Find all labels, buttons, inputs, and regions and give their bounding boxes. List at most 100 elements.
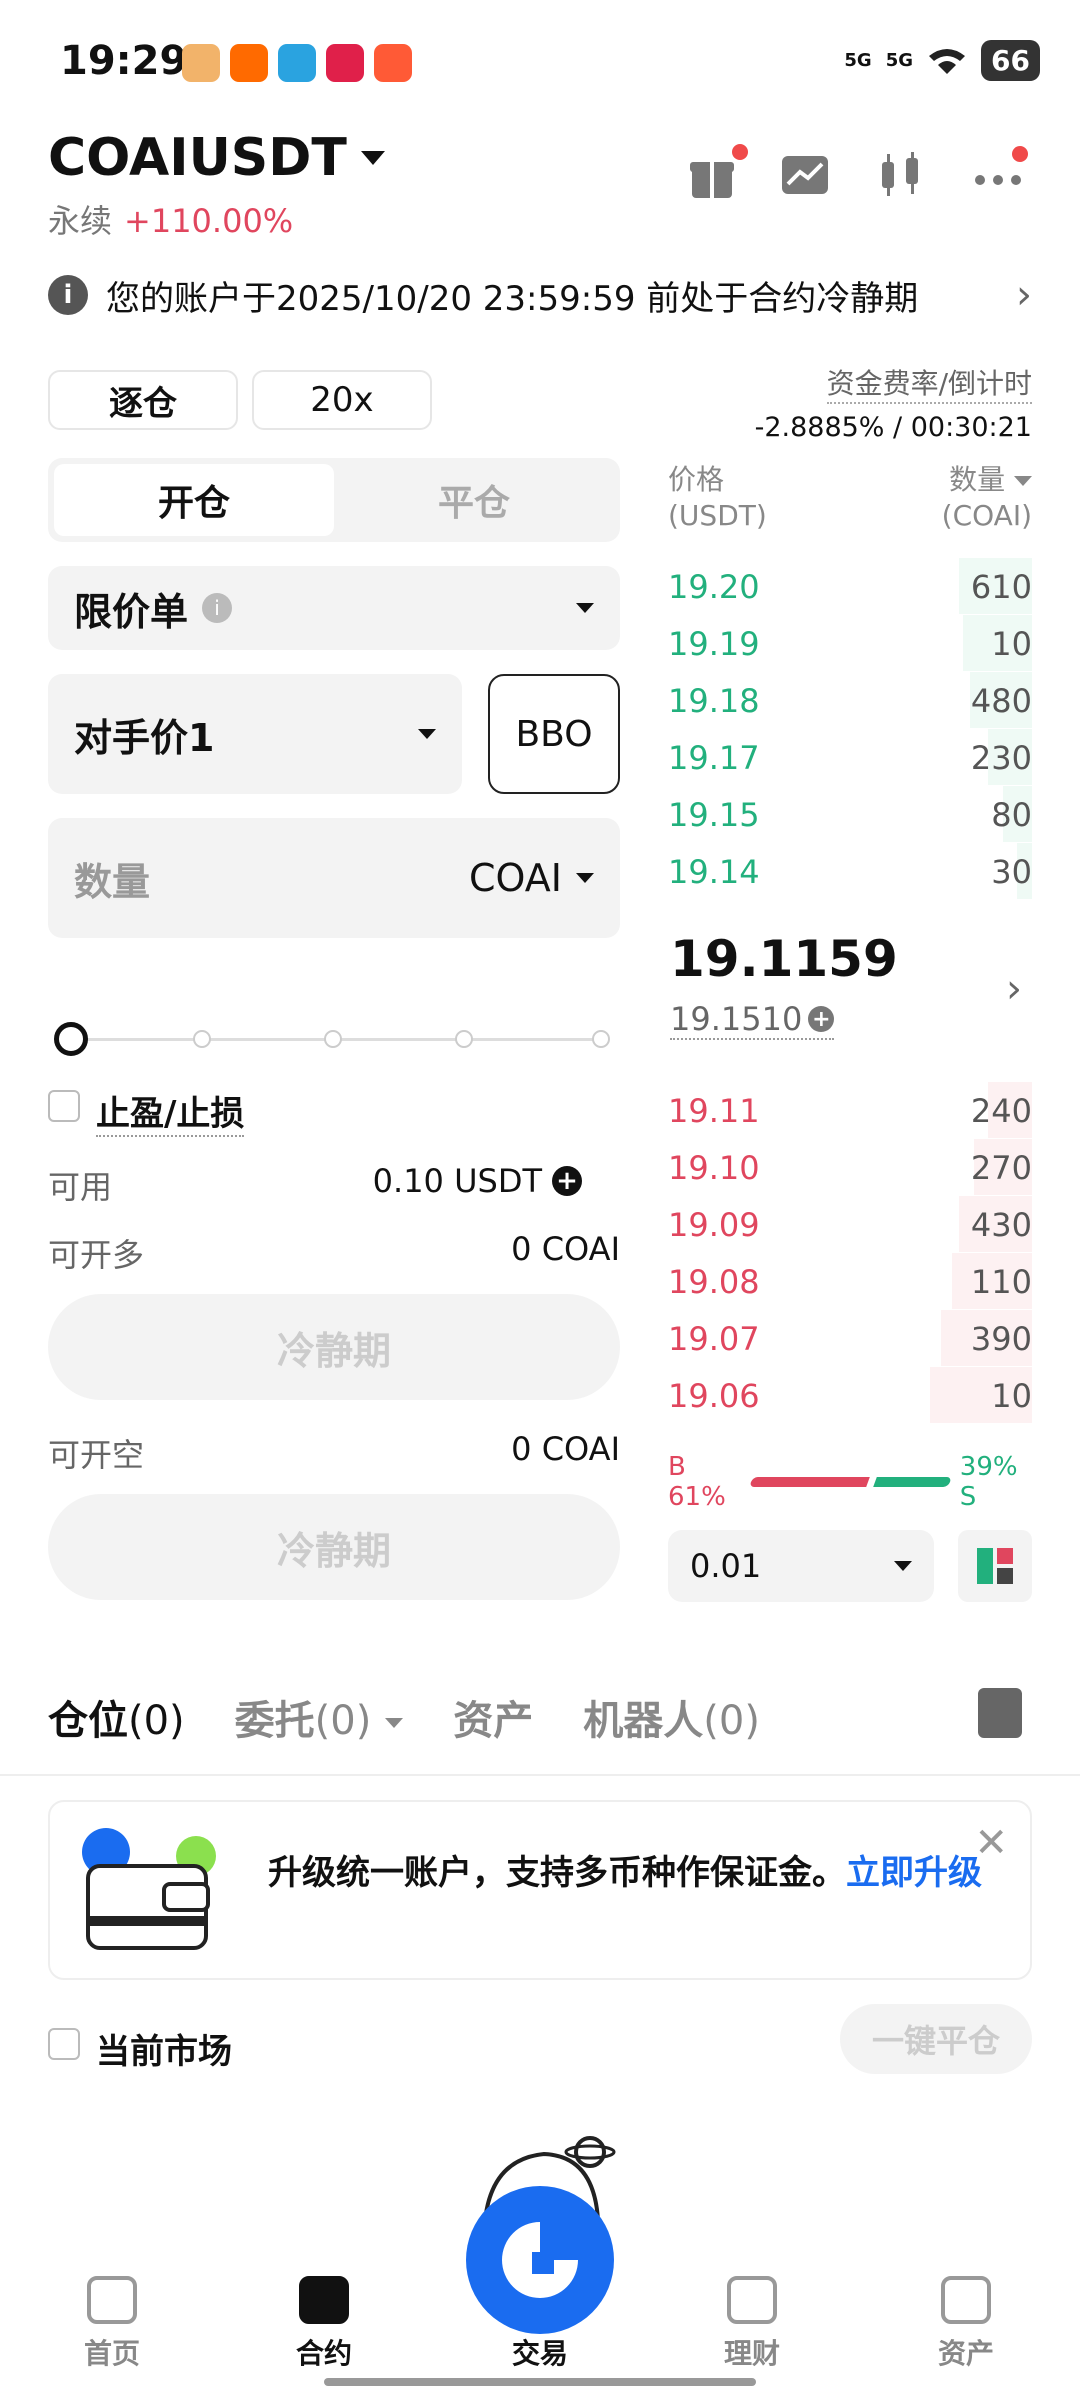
notification-app-icons: [182, 44, 412, 82]
quantity-input[interactable]: 数量 COAI: [48, 818, 620, 938]
qty-column-header[interactable]: 数量 (COAI): [942, 462, 1032, 534]
tab-positions[interactable]: 仓位(0): [48, 1688, 185, 1746]
gift-icon[interactable]: [686, 144, 748, 206]
order-price: 19.19: [668, 625, 760, 663]
available-label: 可用: [48, 1168, 113, 1206]
order-price: 19.17: [668, 739, 760, 777]
app-icon: [182, 44, 220, 82]
info-icon[interactable]: i: [202, 593, 233, 623]
nav-futures[interactable]: 合约: [264, 2276, 384, 2372]
slider-handle[interactable]: [54, 1022, 88, 1056]
slider-step-75[interactable]: [455, 1030, 473, 1048]
order-qty: 390: [970, 1320, 1032, 1358]
mi-app-icon: [230, 44, 268, 82]
bid-row[interactable]: 19.07 390: [668, 1310, 1032, 1366]
trade-logo-icon: [502, 2222, 578, 2298]
cooling-off-notice[interactable]: i 您的账户于2025/10/20 23:59:59 前处于合约冷静期 ›: [48, 270, 1032, 320]
slider-step-25[interactable]: [193, 1030, 211, 1048]
order-qty: 270: [970, 1149, 1032, 1187]
buy-ratio-bar: [749, 1477, 871, 1487]
can-short-label: 可开空: [48, 1436, 145, 1474]
sell-ratio-bar: [872, 1477, 952, 1487]
bid-row[interactable]: 19.10 270: [668, 1139, 1032, 1195]
position-tabs[interactable]: 仓位(0) 委托(0) 资产 机器人(0): [48, 1688, 760, 1746]
notice-text: 您的账户于2025/10/20 23:59:59 前处于合约冷静期: [106, 278, 919, 319]
open-short-button[interactable]: 冷静期: [48, 1494, 620, 1600]
tab-open[interactable]: 开仓: [54, 464, 334, 536]
tp-sl-checkbox[interactable]: [48, 1090, 80, 1122]
order-qty: 10: [991, 625, 1032, 663]
order-qty: 110: [970, 1263, 1032, 1301]
pair-selector[interactable]: COAIUSDT: [48, 128, 385, 188]
tab-close[interactable]: 平仓: [334, 464, 614, 536]
chevron-down-icon: [894, 1561, 912, 1571]
signal-icon: 5G: [885, 50, 914, 71]
available-value: 0.10 USDT: [372, 1162, 542, 1200]
open-close-toggle[interactable]: 开仓 平仓: [48, 458, 620, 542]
funding-rate[interactable]: 资金费率/倒计时 -2.8885% / 00:30:21: [755, 362, 1032, 443]
bid-row[interactable]: 19.09 430: [668, 1196, 1032, 1252]
battery-icon: 66: [981, 40, 1040, 81]
chevron-right-icon[interactable]: ›: [1006, 966, 1022, 1012]
bid-row[interactable]: 19.11 240: [668, 1082, 1032, 1138]
upgrade-link[interactable]: 立即升级: [846, 1853, 982, 1893]
price-header: 价格: [668, 463, 725, 496]
order-qty: 240: [970, 1092, 1032, 1130]
buy-ratio-label: B 61%: [668, 1452, 726, 1512]
ask-row[interactable]: 19.19 10: [668, 615, 1032, 671]
order-price: 19.14: [668, 853, 760, 891]
bid-row[interactable]: 19.08 110: [668, 1253, 1032, 1309]
slider-step-50[interactable]: [324, 1030, 342, 1048]
trade-fab[interactable]: [466, 2186, 614, 2334]
mark-price-row[interactable]: 19.1510 +: [670, 1000, 835, 1040]
chevron-down-icon: [576, 603, 594, 613]
leverage-button[interactable]: 20x: [252, 370, 432, 430]
ask-row[interactable]: 19.14 30: [668, 843, 1032, 899]
bid-row[interactable]: 19.06 10: [668, 1367, 1032, 1423]
precision-select[interactable]: 0.01: [668, 1530, 934, 1602]
nav-earn[interactable]: 理财: [692, 2276, 812, 2372]
funding-value: -2.8885% / 00:30:21: [754, 412, 1032, 443]
shop-app-icon: [374, 44, 412, 82]
tmall-icon: [326, 44, 364, 82]
add-funds-icon[interactable]: +: [552, 1166, 582, 1196]
can-short-value: 0 COAI: [511, 1430, 620, 1468]
chart-settings-icon[interactable]: [780, 150, 836, 206]
history-icon[interactable]: [978, 1688, 1022, 1738]
ask-row[interactable]: 19.15 80: [668, 786, 1032, 842]
funding-label: 资金费率/倒计时: [826, 362, 1032, 404]
order-type-select[interactable]: 限价单 i: [48, 566, 620, 650]
current-market-label[interactable]: 当前市场: [96, 2024, 232, 2073]
bbo-button[interactable]: BBO: [488, 674, 620, 794]
tp-sl-label[interactable]: 止盈/止损: [96, 1086, 245, 1137]
slider-step-100[interactable]: [592, 1030, 610, 1048]
tab-bots[interactable]: 机器人(0): [583, 1688, 760, 1746]
tab-orders[interactable]: 委托(0): [235, 1688, 404, 1746]
one-click-close-button[interactable]: 一键平仓: [840, 2004, 1032, 2074]
last-price[interactable]: 19.1159: [670, 930, 898, 988]
ask-row[interactable]: 19.18 480: [668, 672, 1032, 728]
order-price: 19.10: [668, 1149, 760, 1187]
margin-mode-button[interactable]: 逐仓: [48, 370, 238, 430]
close-icon[interactable]: ✕: [974, 1820, 1008, 1866]
upgrade-banner[interactable]: 升级统一账户，支持多币种作保证金。立即升级 ✕: [48, 1800, 1032, 1980]
order-type-value: 限价单: [74, 589, 189, 634]
price-mode-select[interactable]: 对手价1: [48, 674, 462, 794]
nav-home[interactable]: 首页: [52, 2276, 172, 2372]
ask-row[interactable]: 19.20 610: [668, 558, 1032, 614]
more-icon[interactable]: [972, 146, 1028, 206]
contract-type: 永续: [48, 202, 113, 240]
ask-row[interactable]: 19.17 230: [668, 729, 1032, 785]
open-long-button[interactable]: 冷静期: [48, 1294, 620, 1400]
order-qty: 80: [991, 796, 1032, 834]
candlestick-icon[interactable]: [874, 150, 930, 206]
chevron-down-icon: [360, 151, 385, 165]
chevron-down-icon: [576, 873, 594, 883]
tab-assets[interactable]: 资产: [453, 1688, 533, 1746]
orderbook-layout-icon[interactable]: [958, 1530, 1032, 1602]
current-market-checkbox[interactable]: [48, 2028, 80, 2060]
qty-header: 数量: [949, 463, 1006, 496]
nav-assets[interactable]: 资产: [906, 2276, 1026, 2372]
info-icon: i: [48, 275, 88, 315]
quantity-unit[interactable]: COAI: [469, 856, 562, 900]
